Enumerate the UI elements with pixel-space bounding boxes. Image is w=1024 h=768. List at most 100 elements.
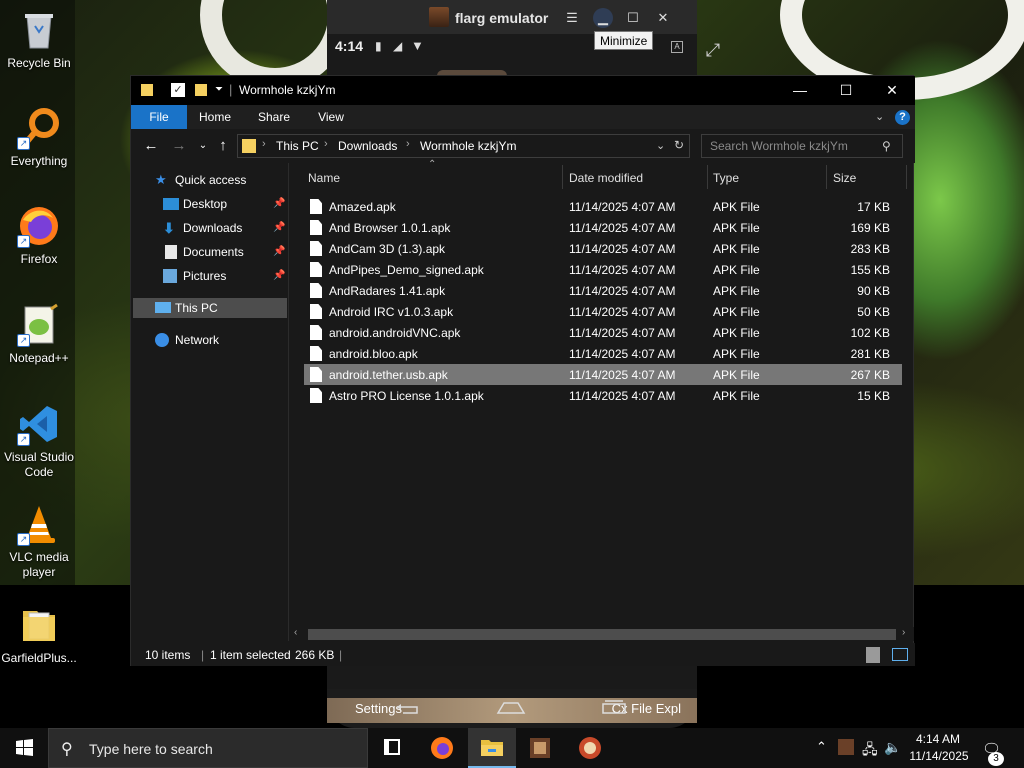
back-arrow-icon[interactable]: ← <box>141 137 161 155</box>
tab-view[interactable]: View <box>309 105 353 129</box>
taskbar-flarg-emulator[interactable] <box>516 728 564 768</box>
taskbar-firefox[interactable] <box>418 728 466 768</box>
desktop-icon <box>163 198 179 210</box>
breadcrumb-current-folder[interactable]: Wormhole kzkjYm <box>420 139 516 153</box>
file-list[interactable]: ⌃ Name Date modified Type Size Amazed.ap… <box>290 159 914 641</box>
minimize-icon[interactable]: ▁ <box>593 8 613 28</box>
breadcrumb-downloads[interactable]: Downloads <box>338 139 397 153</box>
file-row[interactable]: android.tether.usb.apk 11/14/2025 4:07 AM… <box>304 364 902 385</box>
clock-date[interactable]: 11/14/2025 <box>906 749 972 763</box>
expand-ribbon-icon[interactable]: ⌄ <box>875 110 884 123</box>
nav-downloads[interactable]: ⬇ Downloads 📌 <box>163 218 289 238</box>
scrollbar-thumb[interactable] <box>308 629 896 640</box>
selection-count: 1 item selected <box>210 648 291 662</box>
task-view-button[interactable] <box>368 728 416 768</box>
close-icon[interactable]: ✕ <box>653 8 673 28</box>
notification-count: 3 <box>988 752 1004 766</box>
recent-locations-icon[interactable]: ⌄ <box>193 137 213 155</box>
properties-icon[interactable]: ✓ <box>171 83 185 97</box>
maximize-button[interactable]: ☐ <box>823 76 869 105</box>
customize-toolbar-icon[interactable]: ⏷ <box>215 82 223 98</box>
refresh-icon[interactable]: ↻ <box>674 138 684 152</box>
maximize-icon[interactable]: ☐ <box>623 8 643 28</box>
clock-time[interactable]: 4:14 AM <box>908 732 968 746</box>
scroll-right-icon[interactable]: › <box>902 627 905 638</box>
file-row[interactable]: AndRadares 1.41.apk 11/14/2025 4:07 AM APK… <box>304 280 902 301</box>
nav-this-pc[interactable]: This PC <box>133 298 287 318</box>
desktop-icon-vlc[interactable]: ↗ VLC media player <box>1 502 77 580</box>
emulator-app-icon <box>530 738 550 758</box>
minimize-button[interactable]: — <box>777 76 823 105</box>
vlc-icon: ↗ <box>17 502 61 546</box>
file-size: 281 KB <box>850 347 890 361</box>
up-arrow-icon[interactable]: ↑ <box>213 137 233 155</box>
show-hidden-icons-icon[interactable]: ⌃ <box>816 739 827 755</box>
taskbar: ⚲ Type here to search ⌃ 🖧 🔈 4:14 AM 11/1… <box>0 728 1024 768</box>
file-row[interactable]: Amazed.apk 11/14/2025 4:07 AM APK File 17 K… <box>304 196 902 217</box>
battery-icon: ▮ <box>375 39 382 53</box>
volume-muted-icon[interactable]: 🔈 <box>884 739 901 756</box>
file-date-modified: 11/14/2025 4:07 AM <box>569 305 676 319</box>
search-input[interactable]: Search Wormhole kzkjYm ⚲ <box>701 134 903 158</box>
emulator-logo-icon <box>429 7 449 27</box>
desktop-icon-vscode[interactable]: ↗ Visual Studio Code <box>1 402 77 480</box>
nav-documents[interactable]: Documents 📌 <box>163 242 289 262</box>
desktop-icon-everything[interactable]: ↗ Everything <box>1 106 77 169</box>
tray-emulator-icon[interactable] <box>838 739 854 755</box>
emulator-titlebar[interactable]: flarg emulator ☰ ▁ ☐ ✕ <box>327 0 697 34</box>
file-icon <box>310 304 322 319</box>
column-type[interactable]: Type <box>713 171 739 185</box>
forward-arrow-icon[interactable]: → <box>169 137 189 155</box>
file-date-modified: 11/14/2025 4:07 AM <box>569 389 676 403</box>
pin-icon[interactable]: 📌 <box>273 266 285 286</box>
new-folder-icon[interactable] <box>195 84 207 96</box>
desktop-icon-recycle-bin[interactable]: Recycle Bin <box>1 8 77 71</box>
address-bar[interactable]: › This PC › Downloads › Wormhole kzkjYm … <box>237 134 690 158</box>
large-icons-view-icon[interactable] <box>892 648 908 661</box>
taskbar-app[interactable] <box>566 728 614 768</box>
start-button[interactable] <box>0 728 48 768</box>
nav-pictures[interactable]: Pictures 📌 <box>163 266 289 286</box>
pin-icon[interactable]: 📌 <box>273 218 285 238</box>
file-row[interactable]: android.androidVNC.apk 11/14/2025 4:07 AM… <box>304 322 902 343</box>
nav-quick-access[interactable]: ★ Quick access <box>155 170 285 190</box>
column-date-modified[interactable]: Date modified <box>569 171 643 185</box>
pin-icon[interactable]: 📌 <box>273 242 285 262</box>
file-row[interactable]: Android IRC v1.0.3.apk 11/14/2025 4:07 AM… <box>304 301 902 322</box>
desktop-icon-firefox[interactable]: ↗ Firefox <box>1 204 77 267</box>
back-icon[interactable] <box>393 699 423 718</box>
file-row[interactable]: AndPipes_Demo_signed.apk 11/14/2025 4:07 … <box>304 259 902 280</box>
close-button[interactable]: ✕ <box>869 76 915 105</box>
horizontal-scrollbar[interactable]: ‹ › <box>290 627 914 641</box>
tab-share[interactable]: Share <box>251 105 297 129</box>
file-name: Android IRC v1.0.3.apk <box>329 305 454 319</box>
desktop-icon-notepad-plus-plus[interactable]: ↗ Notepad++ <box>1 303 77 366</box>
network-icon[interactable]: 🖧 <box>862 739 878 763</box>
taskbar-file-explorer[interactable] <box>468 728 516 768</box>
nav-desktop[interactable]: Desktop 📌 <box>163 194 289 214</box>
tab-file[interactable]: File <box>131 105 187 129</box>
desktop-icon-garfieldplus[interactable]: GarfieldPlus... <box>1 603 77 666</box>
pin-icon[interactable]: 📌 <box>273 194 285 214</box>
file-row[interactable]: Astro PRO License 1.0.1.apk 11/14/2025 4:… <box>304 385 902 406</box>
taskbar-search-box[interactable]: ⚲ Type here to search <box>48 728 368 768</box>
help-icon[interactable]: ? <box>895 110 910 125</box>
explorer-titlebar[interactable]: ✓ ⏷ | Wormhole kzkjYm — ☐ ✕ <box>131 76 915 105</box>
details-view-icon[interactable] <box>866 647 880 663</box>
file-explorer-window[interactable]: ✓ ⏷ | Wormhole kzkjYm — ☐ ✕ File Home Sh… <box>130 75 915 666</box>
expand-icon[interactable]: ⤢ <box>700 40 726 66</box>
scroll-left-icon[interactable]: ‹ <box>294 627 297 638</box>
breadcrumb-this-pc[interactable]: This PC <box>276 139 319 153</box>
home-icon[interactable] <box>496 699 526 718</box>
vscode-icon: ↗ <box>17 402 61 446</box>
file-row[interactable]: android.bloo.apk 11/14/2025 4:07 AM APK Fi… <box>304 343 902 364</box>
column-name[interactable]: Name <box>308 171 340 185</box>
recents-icon[interactable] <box>599 699 629 718</box>
file-row[interactable]: And Browser 1.0.1.apk 11/14/2025 4:07 AM A… <box>304 217 902 238</box>
column-size[interactable]: Size <box>833 171 856 185</box>
hamburger-menu-icon[interactable]: ☰ <box>562 8 582 28</box>
tab-home[interactable]: Home <box>193 105 237 129</box>
address-dropdown-icon[interactable]: ⌄ <box>656 139 665 152</box>
nav-network[interactable]: Network <box>155 330 285 350</box>
file-row[interactable]: AndCam 3D (1.3).apk 11/14/2025 4:07 AM APK… <box>304 238 902 259</box>
